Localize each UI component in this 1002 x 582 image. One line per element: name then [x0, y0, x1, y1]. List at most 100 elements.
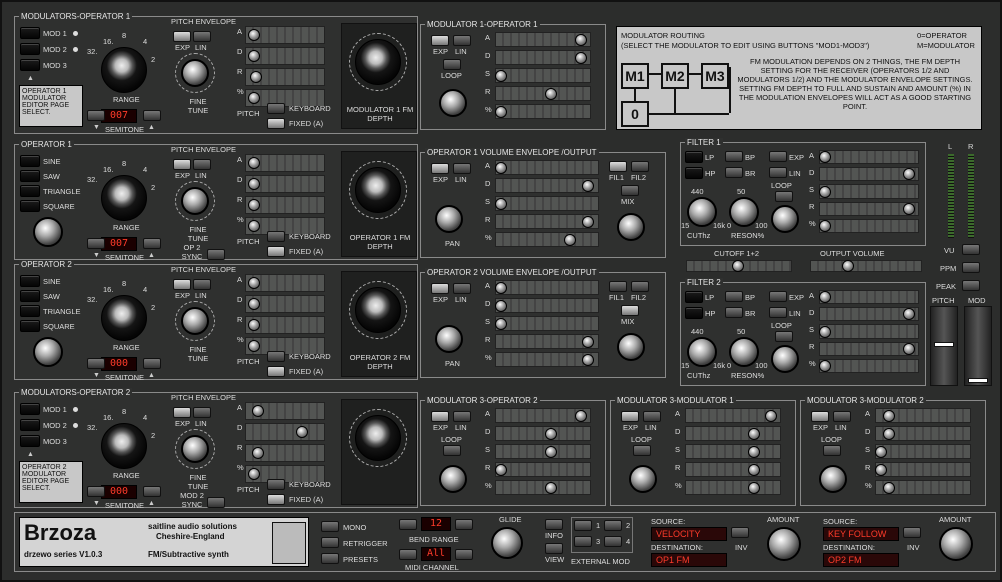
mod-3-button[interactable]: [20, 435, 40, 447]
range-knob[interactable]: [101, 295, 147, 341]
v1-env-slider[interactable]: [495, 197, 507, 210]
filter-loop-button[interactable]: [775, 331, 793, 342]
br-button[interactable]: [725, 307, 743, 318]
pitch-exp-button[interactable]: [173, 407, 191, 418]
view-button[interactable]: [545, 543, 563, 554]
wave-1-button[interactable]: [20, 290, 40, 302]
pitch-lin-button[interactable]: [193, 159, 211, 170]
v1-env-slider[interactable]: [582, 179, 595, 192]
mod3-mod1-env-slider[interactable]: [764, 409, 777, 422]
level-knob[interactable]: [33, 337, 63, 367]
m11-exp-button[interactable]: [431, 35, 449, 46]
keyboard-button[interactable]: [267, 231, 285, 242]
mod-3-button[interactable]: [20, 59, 40, 71]
mod-1-button[interactable]: [20, 403, 40, 415]
pitch-exp-button[interactable]: [173, 159, 191, 170]
mod3-mod1-lin-button[interactable]: [643, 411, 661, 422]
mod3-op2-env-slider[interactable]: [545, 445, 558, 458]
hp-button[interactable]: [685, 307, 703, 319]
ext-mod-3-button[interactable]: [574, 536, 592, 547]
cutoff-slider[interactable]: [732, 260, 744, 272]
v1-fil2-button[interactable]: [631, 161, 649, 172]
wave-3-button[interactable]: [20, 200, 40, 212]
mod3-mod2-env-slider[interactable]: [875, 445, 887, 458]
v1-env-slider[interactable]: [564, 233, 576, 246]
v1-mix-knob[interactable]: [617, 213, 645, 241]
mod3-mod2-env-slider[interactable]: [875, 463, 887, 476]
semitone-up-button[interactable]: [143, 486, 161, 497]
v2-env-slider[interactable]: [495, 317, 507, 330]
wave-2-button[interactable]: [20, 185, 40, 197]
sync-button[interactable]: [207, 497, 225, 508]
v2-mix-knob[interactable]: [617, 333, 645, 361]
mod3-op2-env-slider[interactable]: [495, 463, 507, 476]
m11-lin-button[interactable]: [453, 35, 471, 46]
pitch-lin-button[interactable]: [193, 279, 211, 290]
pan-knob[interactable]: [435, 205, 463, 233]
level-knob[interactable]: [33, 217, 63, 247]
mod3-mod2-lin-button[interactable]: [833, 411, 851, 422]
midi-down-button[interactable]: [399, 549, 417, 560]
routing-m1[interactable]: M1: [621, 63, 649, 89]
filter-lin-button[interactable]: [769, 307, 787, 318]
v2-mix-button[interactable]: [621, 305, 639, 316]
v2-env-slider[interactable]: [582, 353, 595, 366]
wave-1-button[interactable]: [20, 170, 40, 182]
mod3-mod1-exp-button[interactable]: [621, 411, 639, 422]
mod3-mod1-env-slider[interactable]: [748, 445, 760, 458]
midi-up-button[interactable]: [455, 549, 473, 560]
semitone-up-button[interactable]: [143, 238, 161, 249]
v2-fil2-button[interactable]: [631, 281, 649, 292]
wave-2-button[interactable]: [20, 305, 40, 317]
v1-lin-button[interactable]: [453, 163, 471, 174]
pitch-exp-button[interactable]: [173, 279, 191, 290]
bp-button[interactable]: [725, 151, 743, 162]
routing-m2[interactable]: M2: [661, 63, 689, 89]
lp-button[interactable]: [685, 151, 703, 163]
semitone-down-button[interactable]: [87, 238, 105, 249]
ppm-button[interactable]: [962, 262, 980, 273]
v2-fil1-button[interactable]: [609, 281, 627, 292]
v1-fil1-button[interactable]: [609, 161, 627, 172]
bp-button[interactable]: [725, 291, 743, 302]
lp-button[interactable]: [685, 291, 703, 303]
amount-knob[interactable]: [767, 527, 801, 561]
keyboard-button[interactable]: [267, 103, 285, 114]
v2-env-slider[interactable]: [495, 299, 507, 312]
filter-env-slider[interactable]: [902, 342, 915, 355]
semitone-down-button[interactable]: [87, 358, 105, 369]
pitch-lin-button[interactable]: [193, 407, 211, 418]
fixed-button[interactable]: [267, 494, 285, 505]
mod3-mod2-env-slider[interactable]: [883, 427, 896, 440]
mod3-op2-exp-button[interactable]: [431, 411, 449, 422]
pan2-knob[interactable]: [435, 325, 463, 353]
range-knob[interactable]: [101, 175, 147, 221]
mod-wheel[interactable]: [964, 306, 992, 386]
mod-2-button[interactable]: [20, 419, 40, 431]
filter-env-slider[interactable]: [819, 151, 831, 164]
v2-lin-button[interactable]: [453, 283, 471, 294]
m11-env-slider[interactable]: [545, 87, 558, 100]
wave-0-button[interactable]: [20, 275, 40, 287]
mod3-mod1-env-slider[interactable]: [748, 463, 760, 476]
filter-exp-button[interactable]: [769, 151, 787, 162]
semitone-up-button[interactable]: [143, 110, 161, 121]
destination-display[interactable]: OP2 FM: [823, 553, 899, 567]
keyboard-button[interactable]: [267, 479, 285, 490]
fm-depth-knob[interactable]: [355, 415, 401, 461]
fm-depth-knob[interactable]: [355, 287, 401, 333]
inv-button[interactable]: [731, 527, 749, 538]
range-knob[interactable]: [101, 47, 147, 93]
mod3-mod1-env-slider[interactable]: [748, 427, 760, 440]
amount-knob[interactable]: [939, 527, 973, 561]
m11-loop-button[interactable]: [443, 59, 461, 70]
retrigger-button[interactable]: [321, 537, 339, 548]
fixed-button[interactable]: [267, 118, 285, 129]
mod3-op2-env-slider[interactable]: [545, 481, 558, 494]
filter-env-slider[interactable]: [819, 325, 831, 338]
mod-2-button[interactable]: [20, 43, 40, 55]
fixed-button[interactable]: [267, 366, 285, 377]
mod3-op2-env-slider[interactable]: [545, 427, 558, 440]
filter-env-slider[interactable]: [902, 308, 915, 321]
pitch-env-slider[interactable]: [251, 447, 264, 459]
